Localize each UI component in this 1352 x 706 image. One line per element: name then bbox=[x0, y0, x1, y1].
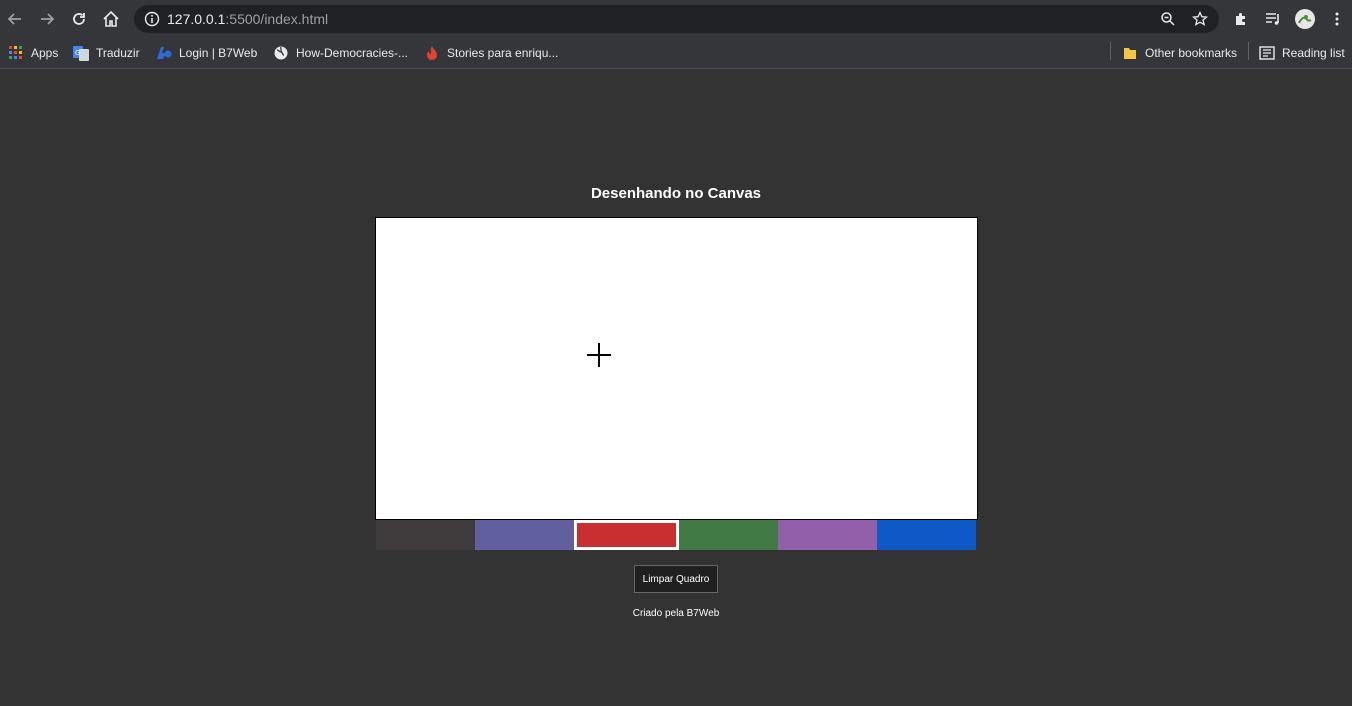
browser-toolbar: 127.0.0.1:5500/index.html bbox=[0, 0, 1352, 38]
zoom-icon[interactable] bbox=[1160, 11, 1176, 32]
profile-avatar[interactable] bbox=[1293, 7, 1317, 31]
star-bookmark-icon[interactable] bbox=[1191, 10, 1209, 32]
bookmark-label: Login | B7Web bbox=[179, 46, 258, 60]
reading-list-label: Reading list bbox=[1282, 46, 1345, 60]
color-swatch[interactable] bbox=[778, 520, 877, 550]
forward-button[interactable] bbox=[35, 7, 59, 31]
bookmark-login-b7web[interactable]: Login | B7Web bbox=[156, 43, 257, 63]
address-bar[interactable]: 127.0.0.1:5500/index.html bbox=[134, 5, 1219, 33]
home-icon bbox=[103, 10, 119, 27]
site-info-icon[interactable] bbox=[144, 11, 160, 32]
home-button[interactable] bbox=[99, 7, 123, 31]
color-swatch[interactable] bbox=[877, 520, 976, 550]
bookmark-how-democracies[interactable]: How-Democracies-... bbox=[273, 43, 408, 63]
other-bookmarks-label: Other bookmarks bbox=[1145, 46, 1238, 60]
reading-list-button[interactable]: Reading list bbox=[1259, 43, 1345, 63]
color-swatch[interactable] bbox=[679, 520, 778, 550]
globe-icon bbox=[273, 45, 289, 61]
menu-button[interactable] bbox=[1325, 7, 1349, 31]
color-swatch[interactable] bbox=[574, 520, 679, 550]
arrow-right-icon bbox=[41, 13, 55, 25]
more-vertical-icon bbox=[1335, 12, 1339, 26]
arrow-left-icon bbox=[7, 13, 21, 25]
avatar-icon bbox=[1295, 9, 1315, 29]
crosshair-cursor-icon bbox=[587, 343, 611, 367]
color-swatch[interactable] bbox=[376, 520, 475, 550]
bookmark-traduzir[interactable]: G Traduzir bbox=[73, 43, 140, 63]
bookmarks-separator bbox=[1110, 42, 1111, 60]
folder-icon bbox=[1122, 45, 1138, 61]
queue-music-icon bbox=[1266, 13, 1279, 25]
b7web-icon bbox=[156, 45, 172, 61]
credit-text: Criado pela B7Web bbox=[632, 608, 720, 619]
back-button[interactable] bbox=[3, 7, 27, 31]
extensions-button[interactable] bbox=[1229, 7, 1253, 31]
translate-icon: G bbox=[73, 45, 89, 61]
apps-grid-icon bbox=[8, 45, 24, 61]
reload-icon bbox=[73, 13, 85, 25]
color-palette bbox=[376, 520, 976, 550]
other-bookmarks-folder[interactable]: Other bookmarks bbox=[1122, 43, 1237, 63]
puzzle-icon bbox=[1236, 13, 1245, 25]
url-text: 127.0.0.1:5500/index.html bbox=[167, 11, 329, 27]
color-swatch[interactable] bbox=[475, 520, 574, 550]
media-button[interactable] bbox=[1261, 7, 1285, 31]
bookmark-stories[interactable]: Stories para enriqu... bbox=[424, 43, 558, 63]
reload-button[interactable] bbox=[67, 7, 91, 31]
bookmark-label: Traduzir bbox=[96, 46, 140, 60]
drawing-canvas[interactable] bbox=[375, 217, 978, 520]
reading-list-icon bbox=[1259, 45, 1275, 61]
clear-canvas-button[interactable]: Limpar Quadro bbox=[634, 565, 718, 593]
bookmark-apps[interactable]: Apps bbox=[8, 43, 58, 63]
bookmark-label: Stories para enriqu... bbox=[447, 46, 559, 60]
page-title: Desenhando no Canvas bbox=[590, 185, 762, 202]
bookmark-label: How-Democracies-... bbox=[296, 46, 409, 60]
bookmark-label: Apps bbox=[31, 46, 59, 60]
flame-icon bbox=[424, 45, 440, 61]
svg-text:G: G bbox=[75, 49, 80, 57]
bookmarks-separator bbox=[1248, 42, 1249, 60]
